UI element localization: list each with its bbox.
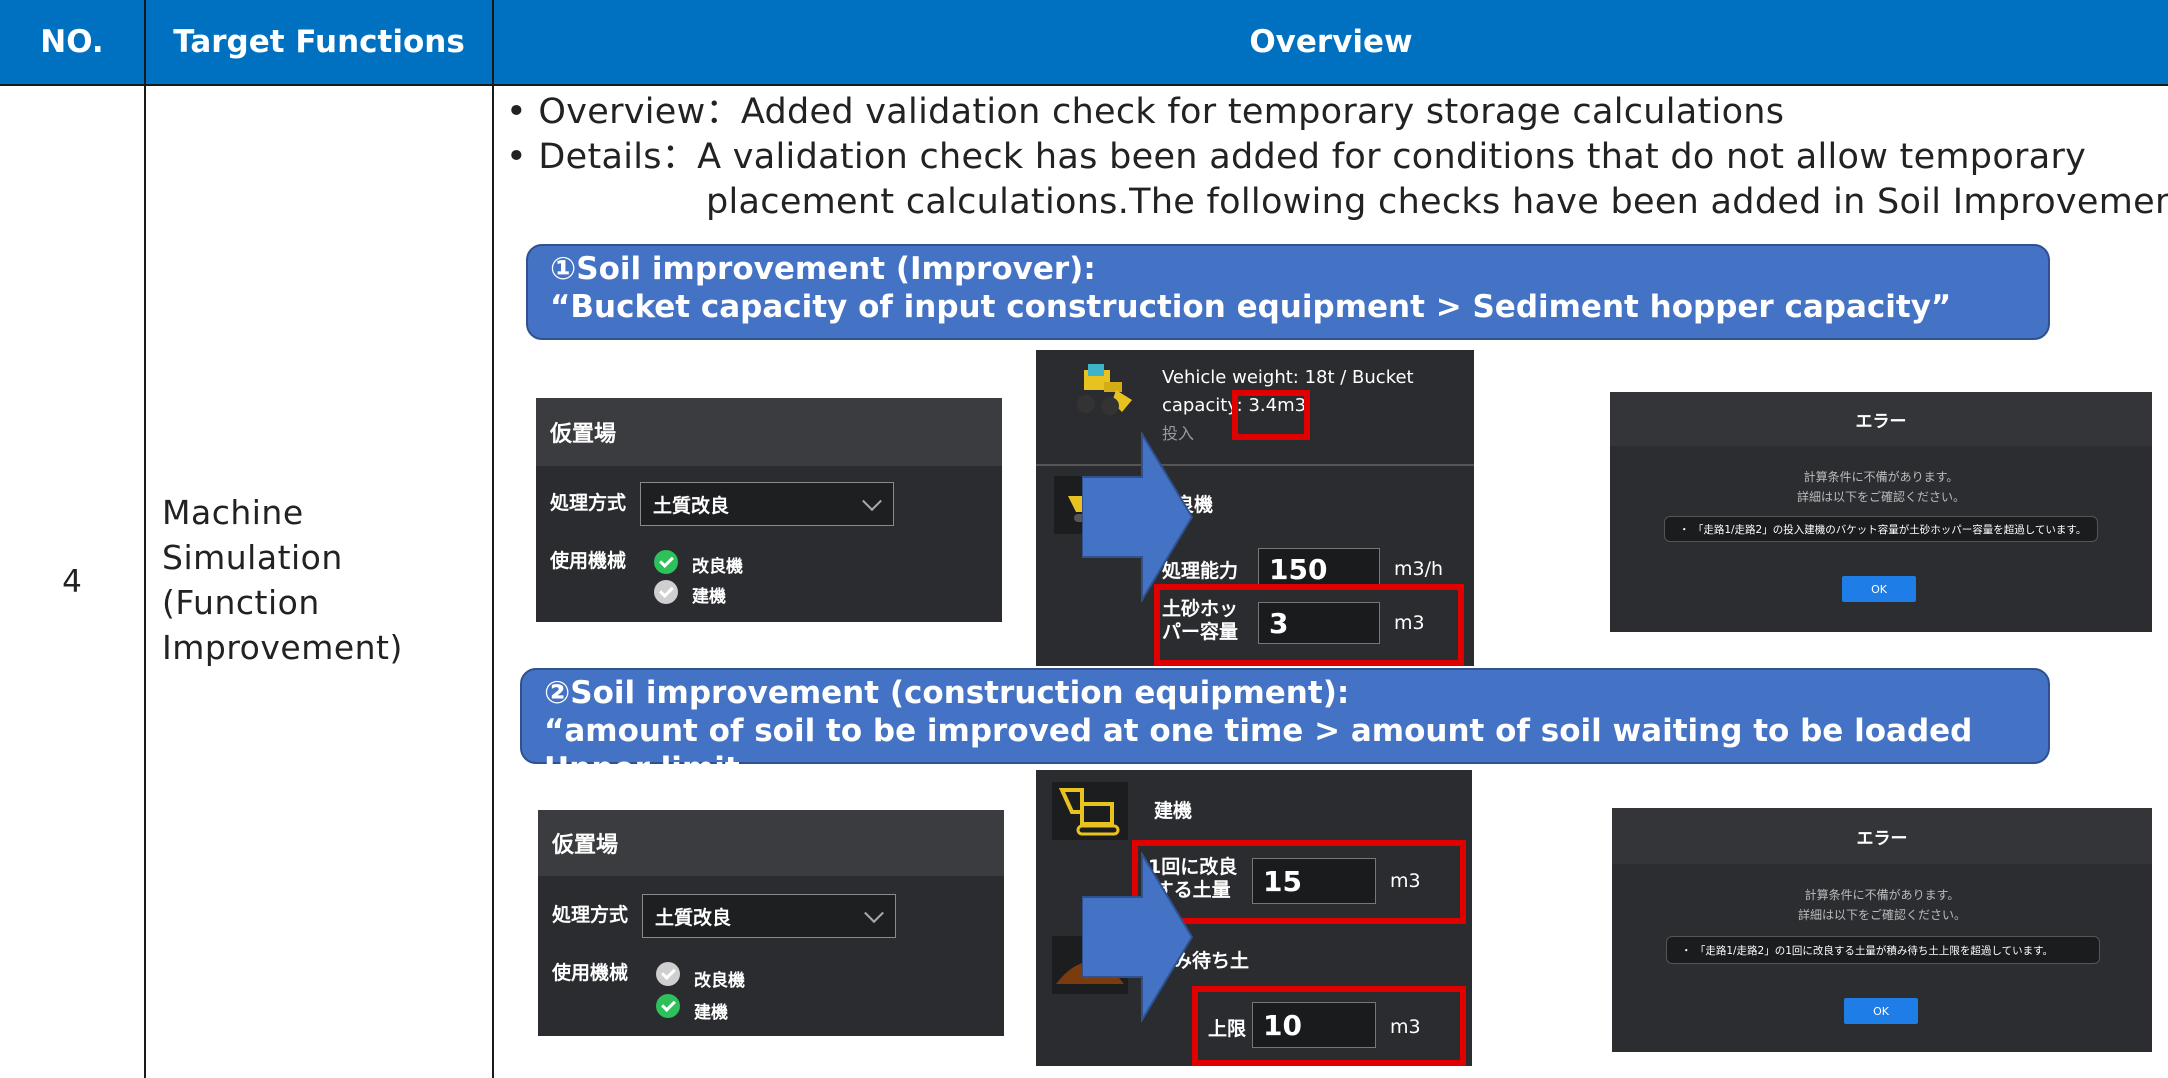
details-bullet-continued: placement calculations.The following che… bbox=[706, 182, 2168, 222]
check1-title: ①Soil improvement (Improver): bbox=[550, 251, 1096, 287]
improver-option-label: 改良機 bbox=[692, 557, 743, 577]
equipment-checkbox[interactable] bbox=[656, 994, 680, 1018]
arrow-right-icon bbox=[1082, 852, 1194, 1022]
method-select-value: 土質改良 bbox=[653, 494, 730, 517]
arrow-right-icon bbox=[1082, 432, 1194, 602]
equipment-option-label: 建機 bbox=[694, 1003, 728, 1023]
limit-label: 上限 bbox=[1208, 1018, 1247, 1040]
grid-line bbox=[0, 84, 2168, 86]
check2-title: ②Soil improvement (construction equipmen… bbox=[544, 675, 1350, 711]
limit-unit: m3 bbox=[1390, 1016, 1421, 1038]
machine-label: 使用機械 bbox=[550, 550, 627, 572]
check1-condition: “Bucket capacity of input construction e… bbox=[550, 289, 1952, 325]
ok-button[interactable]: OK bbox=[1842, 576, 1916, 602]
wheel-loader-icon bbox=[1077, 364, 1132, 415]
equipment-option-label: 建機 bbox=[692, 587, 726, 607]
ok-button[interactable]: OK bbox=[1844, 998, 1918, 1024]
check1-banner: ①Soil improvement (Improver): “Bucket ca… bbox=[526, 244, 2050, 340]
details-bullet: • Details：A validation check has been ad… bbox=[506, 137, 2087, 177]
target-function-line: Improvement) bbox=[162, 628, 403, 667]
header-overview: Overview bbox=[494, 0, 2168, 84]
overview-bullet: • Overview：Added validation check for te… bbox=[506, 92, 1785, 132]
hopper-unit: m3 bbox=[1394, 612, 1425, 634]
storage-panel-title: 仮置場 bbox=[536, 398, 1002, 466]
hopper-input[interactable]: 3 bbox=[1258, 602, 1380, 644]
method-label: 処理方式 bbox=[550, 492, 627, 514]
method-select[interactable]: 土質改良 bbox=[642, 894, 896, 938]
once-amount-input[interactable]: 15 bbox=[1252, 858, 1376, 904]
chevron-down-icon bbox=[864, 903, 884, 924]
error-dialog: エラー 計算条件に不備があります。 詳細は以下をご確認ください。 ・ 「走路1/… bbox=[1610, 392, 2152, 632]
capacity-unit: m3/h bbox=[1394, 558, 1444, 580]
method-select[interactable]: 土質改良 bbox=[640, 482, 894, 526]
error-dialog: エラー 計算条件に不備があります。 詳細は以下をご確認ください。 ・ 「走路1/… bbox=[1612, 808, 2152, 1052]
once-amount-unit: m3 bbox=[1390, 870, 1421, 892]
grid-line bbox=[144, 0, 146, 1078]
bucket-capacity-highlight bbox=[1232, 390, 1310, 440]
error-dialog-title: エラー bbox=[1610, 392, 2152, 446]
overview-bullets: • Overview：Added validation check for te… bbox=[506, 90, 2168, 230]
row-number: 4 bbox=[62, 564, 82, 600]
error-dialog-text: 計算条件に不備があります。 bbox=[1803, 470, 1959, 484]
error-message: ・ 「走路1/走路2」の1回に改良する土量が積み待ち土上限を超過しています。 bbox=[1666, 936, 2100, 964]
vehicle-spec-line: Vehicle weight: 18t / Bucket bbox=[1162, 367, 1414, 388]
error-message: ・ 「走路1/走路2」の投入建機のバケット容量が土砂ホッパー容量を超過しています… bbox=[1664, 516, 2098, 542]
error-dialog-title: エラー bbox=[1612, 808, 2152, 864]
error-dialog-text: 詳細は以下をご確認ください。 bbox=[1797, 908, 1966, 922]
error-dialog-text: 詳細は以下をご確認ください。 bbox=[1796, 490, 1965, 504]
machine-label: 使用機械 bbox=[552, 962, 629, 984]
improver-option-label: 改良機 bbox=[694, 971, 745, 991]
target-function-line: Machine bbox=[162, 493, 304, 532]
storage-panel: 仮置場 処理方式 土質改良 使用機械 改良機 建機 bbox=[536, 398, 1002, 622]
chevron-down-icon bbox=[862, 491, 882, 512]
hopper-label: 土砂ホッ パー容量 bbox=[1162, 598, 1238, 644]
excavator-icon bbox=[1052, 782, 1128, 840]
target-function-line: (Function bbox=[162, 583, 320, 622]
method-label: 処理方式 bbox=[552, 904, 629, 926]
error-dialog-text: 計算条件に不備があります。 bbox=[1804, 888, 1960, 902]
equipment-checkbox[interactable] bbox=[654, 580, 678, 604]
header-target-functions: Target Functions bbox=[146, 0, 492, 84]
improver-checkbox[interactable] bbox=[656, 962, 680, 986]
target-function: Machine Simulation (Function Improvement… bbox=[162, 490, 482, 670]
storage-panel-title: 仮置場 bbox=[538, 810, 1004, 876]
improver-checkbox[interactable] bbox=[654, 550, 678, 574]
method-select-value: 土質改良 bbox=[655, 906, 732, 929]
equipment-label: 建機 bbox=[1154, 800, 1193, 822]
hopper-label-line: パー容量 bbox=[1162, 621, 1239, 643]
header-no: NO. bbox=[0, 0, 144, 84]
check2-banner: ②Soil improvement (construction equipmen… bbox=[520, 668, 2050, 787]
limit-input[interactable]: 10 bbox=[1252, 1002, 1376, 1048]
grid-line bbox=[492, 0, 494, 1078]
target-function-line: Simulation bbox=[162, 538, 343, 577]
storage-panel: 仮置場 処理方式 土質改良 使用機械 改良機 建機 bbox=[538, 810, 1004, 1036]
